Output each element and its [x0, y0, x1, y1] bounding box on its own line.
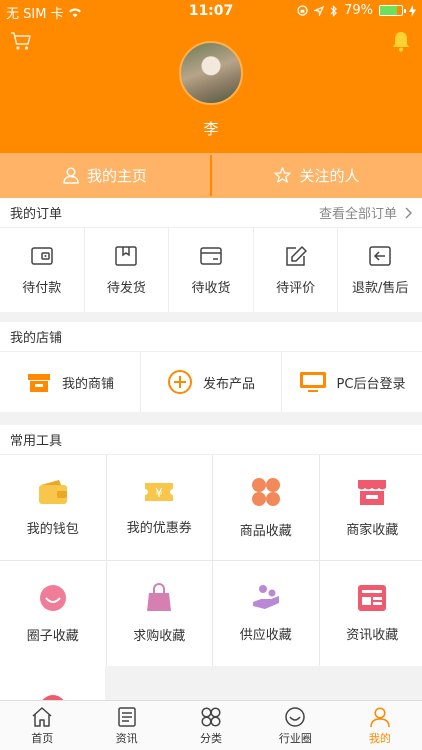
publish-product-button[interactable]: 发布产品 — [141, 352, 282, 412]
tools-section-header: 常用工具 — [0, 425, 422, 455]
nav-news[interactable]: 资讯 — [84, 701, 168, 750]
news-icon — [358, 585, 387, 611]
store-icon — [358, 480, 387, 505]
nav-industry-circle[interactable]: 行业圈 — [253, 701, 337, 750]
order-label: 待发货 — [106, 280, 146, 296]
nav-label: 分类 — [200, 731, 223, 745]
view-all-orders-label: 查看全部订单 — [318, 207, 397, 222]
shop-section-header: 我的店铺 — [0, 322, 422, 352]
tool-label: 求购收藏 — [133, 629, 186, 644]
nav-label: 首页 — [31, 731, 54, 745]
tools-title: 常用工具 — [10, 434, 63, 449]
my-store-button[interactable]: 我的商铺 — [0, 352, 141, 412]
tool-label: 商家收藏 — [346, 523, 399, 538]
nav-label: 行业圈 — [278, 731, 312, 745]
bag-icon — [147, 583, 172, 611]
return-icon — [369, 245, 391, 266]
tool-label: 圈子收藏 — [26, 629, 79, 644]
username: 李 — [203, 120, 219, 138]
tool-label: 我的优惠券 — [126, 521, 192, 536]
order-label: 待收货 — [191, 280, 231, 296]
monitor-icon — [299, 372, 326, 392]
coupon-icon: ¥ — [145, 483, 174, 501]
status-bar: 无 SIM 卡 11:07 79% — [0, 0, 422, 22]
avatar[interactable] — [179, 41, 243, 105]
my-homepage-label: 我的主页 — [86, 167, 147, 185]
nav-mine[interactable]: 我的 — [338, 701, 422, 750]
tool-label: 资讯收藏 — [346, 628, 399, 643]
order-label: 退款/售后 — [351, 280, 409, 296]
pc-admin-login-button[interactable]: PC后台登录 — [282, 352, 422, 412]
order-pending-receipt[interactable]: 待收货 — [169, 228, 254, 312]
order-pending-payment[interactable]: 待付款 — [0, 228, 85, 312]
tool-label: 供应收藏 — [239, 628, 292, 643]
star-icon — [274, 167, 292, 183]
order-label: 待评价 — [276, 280, 316, 296]
following-label: 关注的人 — [299, 167, 360, 185]
tool-coupons[interactable]: ¥ 我的优惠券 — [106, 455, 212, 560]
bottom-nav: 首页 资讯 分类 行业圈 我的 — [0, 700, 422, 750]
nav-label: 我的 — [368, 731, 391, 745]
profile-header: 无 SIM 卡 11:07 79% 李 — [0, 0, 422, 153]
tool-circle-favorites[interactable]: 圈子收藏 — [0, 561, 106, 666]
wallet-icon — [38, 480, 67, 504]
tool-news-favorites[interactable]: 资讯收藏 — [319, 561, 422, 666]
tool-supply-favorites[interactable]: 供应收藏 — [213, 561, 319, 666]
home-icon — [32, 706, 52, 727]
tool-purchase-favorites[interactable]: 求购收藏 — [106, 561, 212, 666]
lock-rotation-icon — [297, 5, 308, 16]
location-icon — [314, 5, 325, 16]
store-icon — [27, 374, 50, 392]
edit-icon — [285, 245, 307, 266]
tool-product-favorites[interactable]: 商品收藏 — [213, 455, 319, 560]
tool-wallet[interactable]: 我的钱包 — [0, 455, 106, 560]
view-all-orders-link[interactable]: 查看全部订单 — [319, 203, 412, 222]
plus-circle-icon — [167, 370, 192, 394]
grid-icon — [251, 478, 280, 506]
shop-title: 我的店铺 — [10, 331, 63, 346]
circle-icon — [285, 706, 306, 727]
order-pending-shipment[interactable]: 待发货 — [85, 228, 170, 312]
orders-title: 我的订单 — [10, 207, 63, 222]
user-icon — [63, 167, 79, 184]
card-icon — [200, 246, 222, 265]
orders-section-header: 我的订单 查看全部订单 — [0, 198, 422, 228]
chevron-right-icon — [405, 207, 412, 218]
tool-label: 我的钱包 — [26, 522, 79, 537]
tool-label: 商品收藏 — [239, 524, 292, 539]
order-pending-review[interactable]: 待评价 — [254, 228, 339, 312]
bluetooth-icon — [330, 4, 337, 17]
bell-icon[interactable] — [390, 30, 412, 52]
nav-home[interactable]: 首页 — [0, 701, 84, 750]
package-icon — [115, 245, 138, 266]
shop-row: 我的商铺 发布产品 PC后台登录 — [0, 352, 422, 412]
svg-text:¥: ¥ — [155, 486, 163, 500]
category-icon — [201, 706, 221, 727]
cart-icon[interactable] — [10, 30, 32, 52]
following-button[interactable]: 关注的人 — [212, 153, 422, 198]
shop-label: 发布产品 — [202, 376, 255, 392]
profile-tab-row: 我的主页 关注的人 — [0, 153, 422, 198]
nav-category[interactable]: 分类 — [169, 701, 253, 750]
my-homepage-button[interactable]: 我的主页 — [0, 153, 210, 198]
wallet-icon — [31, 246, 53, 265]
tools-panel: 我的钱包 ¥ 我的优惠券 商品收藏 商家收藏 圈子收藏 求购收藏 供应收藏 资讯 — [0, 455, 422, 700]
order-refund[interactable]: 退款/售后 — [338, 228, 422, 312]
user-icon — [370, 706, 390, 727]
shop-label: 我的商铺 — [61, 376, 114, 392]
charging-icon — [409, 4, 416, 17]
circle-icon — [42, 695, 64, 700]
hand-icon — [252, 585, 279, 609]
shop-label: PC后台登录 — [336, 376, 406, 392]
battery-icon — [379, 5, 406, 16]
battery-percent: 79% — [344, 3, 373, 18]
tool-merchant-favorites[interactable]: 商家收藏 — [319, 455, 422, 560]
order-label: 待付款 — [22, 280, 62, 296]
tool-partial-cell[interactable] — [0, 666, 105, 700]
smile-icon — [39, 585, 66, 611]
news-icon — [117, 706, 136, 727]
orders-row: 待付款 待发货 待收货 待评价 退款/售后 — [0, 228, 422, 312]
nav-label: 资讯 — [115, 731, 138, 745]
